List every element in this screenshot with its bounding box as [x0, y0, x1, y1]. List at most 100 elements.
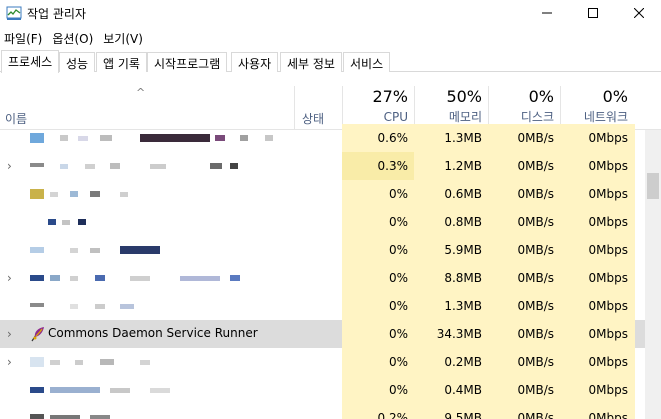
disk-cell: 0MB/s — [488, 124, 560, 152]
cpu-cell: 0% — [342, 348, 414, 376]
memory-cell: 8.8MB — [414, 264, 488, 292]
close-icon — [634, 8, 644, 18]
cpu-cell: 0% — [342, 376, 414, 404]
disk-cell: 0MB/s — [488, 152, 560, 180]
memory-cell: 34.3MB — [414, 320, 488, 348]
disk-cell: 0MB/s — [488, 208, 560, 236]
chevron-right-icon[interactable]: › — [7, 327, 17, 341]
table-row[interactable]: 0.6% 1.3MB 0MB/s 0Mbps — [0, 124, 645, 152]
maximize-icon — [588, 8, 598, 18]
memory-cell: 1.2MB — [414, 152, 488, 180]
table-row[interactable]: › 0% 0.2MB 0MB/s 0Mbps — [0, 348, 645, 376]
memory-cell: 9.5MB — [414, 404, 488, 419]
menu-view[interactable]: 보기(V) — [99, 28, 149, 48]
column-disk[interactable]: 0% 디스크 — [488, 86, 560, 126]
redacted-name — [30, 387, 170, 393]
network-cell: 0Mbps — [560, 180, 635, 208]
memory-cell: 5.9MB — [414, 236, 488, 264]
memory-cell: 0.8MB — [414, 208, 488, 236]
maximize-button[interactable] — [570, 0, 616, 26]
redacted-name — [30, 163, 238, 169]
process-name: Commons Daemon Service Runner — [48, 326, 258, 340]
close-button[interactable] — [616, 0, 661, 26]
column-network[interactable]: 0% 네트워크 — [560, 86, 635, 126]
network-cell: 0Mbps — [560, 124, 635, 152]
memory-cell: 0.2MB — [414, 348, 488, 376]
disk-cell: 0MB/s — [488, 292, 560, 320]
minimize-button[interactable] — [524, 0, 570, 26]
redacted-name — [30, 133, 273, 143]
network-cell: 0Mbps — [560, 264, 635, 292]
table-row[interactable]: 0% 0.6MB 0MB/s 0Mbps — [0, 180, 645, 208]
table-row[interactable]: 0% 0.8MB 0MB/s 0Mbps — [0, 208, 645, 236]
memory-cell: 1.3MB — [414, 292, 488, 320]
tab-users[interactable]: 사용자 — [231, 52, 279, 72]
redacted-name — [30, 414, 110, 419]
menu-file[interactable]: 파일(F) — [0, 28, 48, 48]
tab-processes[interactable]: 프로세스 — [1, 50, 60, 73]
table-row[interactable]: 0% 5.9MB 0MB/s 0Mbps — [0, 236, 645, 264]
tab-strip: 프로세스 성능 앱 기록 시작프로그램 사용자 세부 정보 서비스 — [0, 50, 661, 73]
minimize-icon — [542, 12, 552, 14]
chevron-right-icon[interactable]: › — [7, 271, 17, 285]
tab-details[interactable]: 세부 정보 — [280, 52, 342, 72]
cpu-cell: 0% — [342, 236, 414, 264]
cpu-cell: 0% — [342, 264, 414, 292]
cpu-cell: 0% — [342, 292, 414, 320]
cpu-cell: 0% — [342, 180, 414, 208]
title-bar: 작업 관리자 — [0, 0, 661, 26]
disk-total: 0% — [528, 87, 554, 106]
table-row[interactable]: 0% 0.4MB 0MB/s 0Mbps — [0, 376, 645, 404]
table-row-selected[interactable]: › Commons Daemon Service Runner 0% 34.3M… — [0, 320, 645, 348]
tab-services[interactable]: 서비스 — [343, 52, 391, 72]
redacted-name — [48, 219, 86, 225]
menu-bar: 파일(F) 옵션(O) 보기(V) — [0, 28, 149, 48]
redacted-name — [30, 357, 150, 367]
disk-cell: 0MB/s — [488, 236, 560, 264]
network-cell: 0Mbps — [560, 320, 635, 348]
memory-cell: 0.4MB — [414, 376, 488, 404]
disk-cell: 0MB/s — [488, 264, 560, 292]
sort-up-icon: ^ — [136, 86, 146, 99]
column-cpu[interactable]: 27% CPU — [342, 86, 414, 126]
disk-cell: 0MB/s — [488, 320, 560, 348]
redacted-name — [30, 189, 128, 199]
task-manager-icon — [6, 6, 22, 20]
network-cell: 0Mbps — [560, 292, 635, 320]
memory-cell: 1.3MB — [414, 124, 488, 152]
chevron-right-icon[interactable]: › — [7, 355, 17, 369]
chevron-right-icon[interactable]: › — [7, 159, 17, 173]
tab-performance[interactable]: 성능 — [59, 52, 96, 72]
redacted-name — [30, 303, 134, 309]
network-total: 0% — [602, 87, 628, 106]
network-cell: 0Mbps — [560, 208, 635, 236]
disk-cell: 0MB/s — [488, 180, 560, 208]
cpu-cell: 0.6% — [342, 124, 414, 152]
tab-startup[interactable]: 시작프로그램 — [147, 52, 228, 72]
memory-cell: 0.6MB — [414, 180, 488, 208]
memory-total: 50% — [446, 87, 482, 106]
window-title: 작업 관리자 — [27, 7, 87, 21]
table-row[interactable]: 0.2% 9.5MB 0MB/s 0Mbps — [0, 404, 645, 419]
feather-icon — [31, 327, 44, 342]
menu-options[interactable]: 옵션(O) — [48, 28, 99, 48]
table-row[interactable]: 0% 1.3MB 0MB/s 0Mbps — [0, 292, 645, 320]
redacted-name — [30, 246, 160, 254]
table-row[interactable]: › 0% 8.8MB 0MB/s 0Mbps — [0, 264, 645, 292]
redacted-name — [30, 275, 240, 281]
tab-app-history[interactable]: 앱 기록 — [96, 52, 147, 72]
cpu-cell: 0.2% — [342, 404, 414, 419]
cpu-cell: 0% — [342, 320, 414, 348]
network-cell: 0Mbps — [560, 376, 635, 404]
network-cell: 0Mbps — [560, 404, 635, 419]
disk-cell: 0MB/s — [488, 348, 560, 376]
cpu-total: 27% — [372, 87, 408, 106]
table-row[interactable]: › 0.3% 1.2MB 0MB/s 0Mbps — [0, 152, 645, 180]
column-memory[interactable]: 50% 메모리 — [414, 86, 488, 126]
disk-cell: 0MB/s — [488, 404, 560, 419]
vertical-scrollbar[interactable] — [645, 130, 661, 419]
disk-cell: 0MB/s — [488, 376, 560, 404]
network-cell: 0Mbps — [560, 348, 635, 376]
network-cell: 0Mbps — [560, 236, 635, 264]
scrollbar-thumb[interactable] — [647, 173, 659, 199]
